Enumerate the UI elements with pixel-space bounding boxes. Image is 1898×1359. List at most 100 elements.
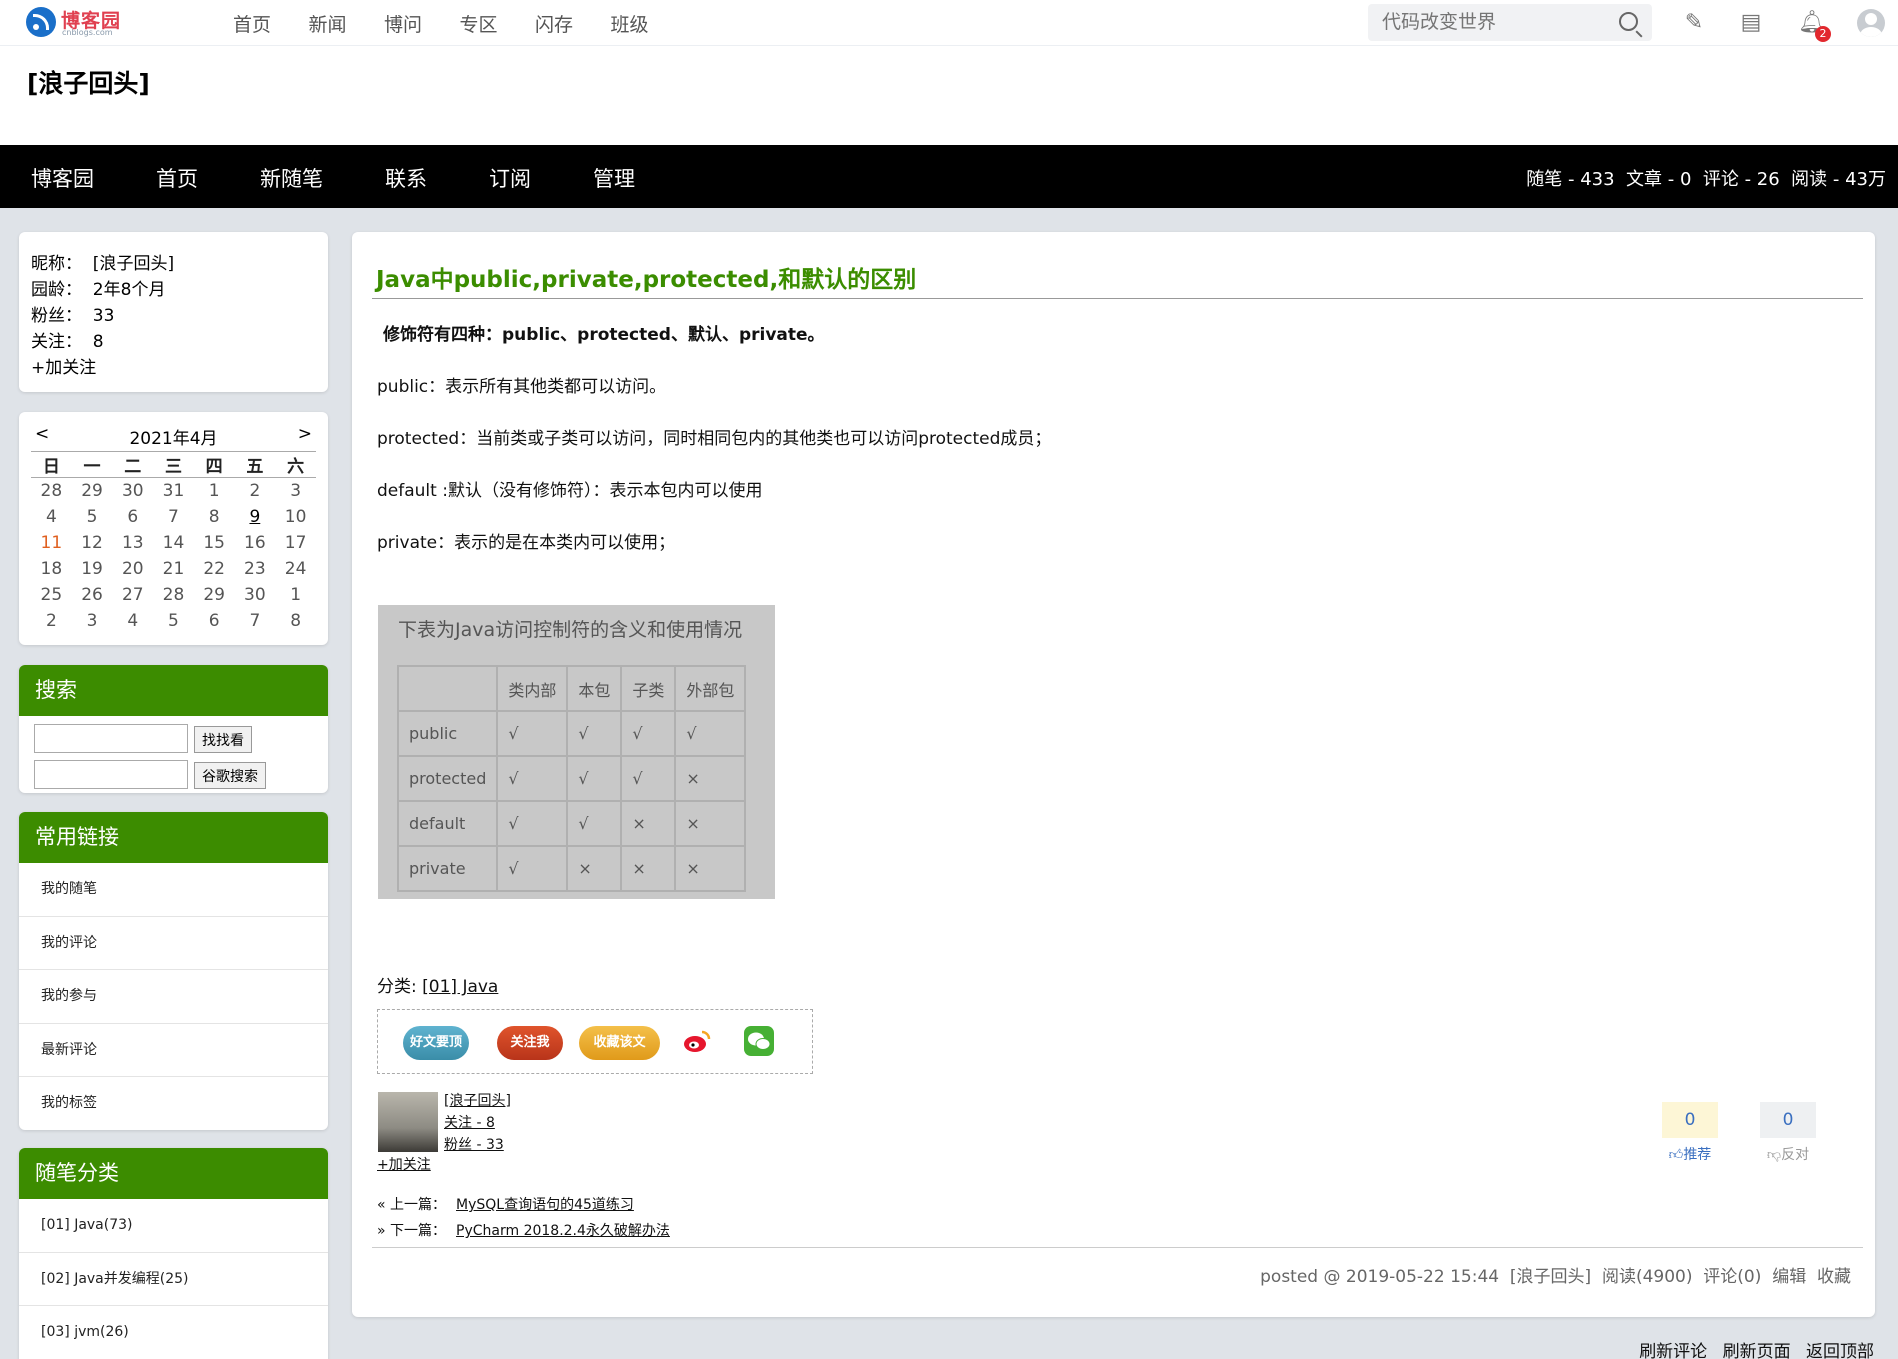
refresh-comments-link[interactable]: 刷新评论 bbox=[1639, 1342, 1707, 1359]
recommend-count: 0 bbox=[1662, 1102, 1718, 1138]
calendar-prev[interactable]: < bbox=[35, 424, 49, 449]
search-button[interactable]: 找找看 bbox=[194, 726, 252, 753]
link-my-posts[interactable]: 我的随笔 bbox=[19, 863, 328, 917]
top-nav-home[interactable]: 首页 bbox=[233, 10, 309, 37]
category-item[interactable]: [01] Java(73) bbox=[19, 1199, 328, 1253]
calendar-day: 3 bbox=[290, 480, 302, 501]
post-paragraph: protected：当前类或子类可以访问，同时相同包内的其他类也可以访问prot… bbox=[377, 429, 1052, 449]
nav-admin[interactable]: 管理 bbox=[593, 163, 635, 193]
google-search-input[interactable] bbox=[34, 760, 188, 789]
nav-contact[interactable]: 联系 bbox=[385, 163, 427, 193]
table-cell: √ bbox=[496, 845, 569, 892]
nav-cnblogs[interactable]: 博客园 bbox=[31, 163, 94, 193]
weekday: 二 bbox=[112, 452, 154, 478]
site-search bbox=[1368, 4, 1652, 41]
calendar-day: 1 bbox=[208, 480, 220, 501]
blog-title[interactable]: [浪子回头] bbox=[27, 64, 150, 100]
user-avatar-icon[interactable] bbox=[1857, 9, 1885, 37]
calendar-next[interactable]: > bbox=[298, 424, 312, 449]
top-nav-news[interactable]: 新闻 bbox=[309, 10, 385, 37]
author-fans[interactable]: 粉丝 - 33 bbox=[444, 1134, 511, 1156]
nav-new-post[interactable]: 新随笔 bbox=[260, 163, 323, 193]
recommend-vote[interactable]: 0 👍︎推荐 bbox=[1662, 1102, 1718, 1164]
top-nav-class[interactable]: 班级 bbox=[611, 10, 687, 37]
calendar-title: 2021年4月 bbox=[129, 429, 218, 449]
weibo-icon[interactable] bbox=[682, 1026, 712, 1056]
bookmark-button[interactable]: 收藏该文 bbox=[579, 1026, 660, 1060]
author-name[interactable]: [浪子回头] bbox=[444, 1090, 511, 1112]
calendar-day: 13 bbox=[121, 532, 144, 553]
post-title[interactable]: Java中public,private,protected,和默认的区别 bbox=[376, 260, 916, 294]
oppose-label: 👎︎反对 bbox=[1760, 1144, 1816, 1164]
post-paragraph: private：表示的是在本类内可以使用； bbox=[377, 533, 676, 553]
profile-card: 昵称： [浪子回头] 园龄： 2年8个月 粉丝： 33 关注： 8 +加关注 bbox=[19, 232, 328, 392]
thumb-up-icon: 👍︎ bbox=[1668, 1147, 1684, 1163]
digg-button[interactable]: 好文要顶 bbox=[403, 1026, 469, 1060]
author-add-follow[interactable]: +加关注 bbox=[377, 1154, 431, 1174]
profile-nickname: 昵称： [浪子回头] bbox=[31, 254, 175, 274]
site-search-input[interactable] bbox=[1382, 10, 1602, 34]
calendar-day: 24 bbox=[284, 558, 307, 579]
share-box: 好文要顶 关注我 收藏该文 bbox=[377, 1009, 813, 1074]
table-cell: √ bbox=[620, 755, 677, 802]
weekday: 一 bbox=[71, 452, 113, 478]
profile-age: 园龄： 2年8个月 bbox=[31, 280, 166, 300]
table-cell: private bbox=[396, 845, 499, 892]
blog-stats: 随笔 - 433 文章 - 0 评论 - 26 阅读 - 43万 bbox=[1526, 169, 1886, 190]
prev-post-link[interactable]: MySQL查询语句的45道练习 bbox=[456, 1197, 634, 1213]
table-header: 本包 bbox=[566, 665, 623, 712]
back-to-top-link[interactable]: 返回顶部 bbox=[1806, 1342, 1874, 1359]
nav-home[interactable]: 首页 bbox=[156, 163, 198, 193]
calendar-day: 31 bbox=[162, 480, 185, 501]
calendar-header: < 2021年4月 > bbox=[31, 424, 316, 452]
weekday: 三 bbox=[153, 452, 194, 478]
calendar-day: 8 bbox=[290, 610, 302, 631]
profile-add-follow[interactable]: +加关注 bbox=[31, 355, 316, 381]
calendar-day: 4 bbox=[45, 506, 57, 527]
link-latest-comments[interactable]: 最新评论 bbox=[19, 1024, 328, 1077]
calendar-day: 14 bbox=[162, 532, 185, 553]
table-cell: √ bbox=[566, 755, 623, 802]
blog-search-input[interactable] bbox=[34, 724, 188, 753]
link-my-comments[interactable]: 我的评论 bbox=[19, 917, 328, 970]
common-links-heading: 常用链接 bbox=[19, 812, 328, 863]
document-icon[interactable]: ▤ bbox=[1738, 10, 1764, 36]
calendar-day: 2 bbox=[249, 480, 261, 501]
follow-me-button[interactable]: 关注我 bbox=[497, 1026, 563, 1060]
calendar-day-link[interactable]: 9 bbox=[235, 504, 276, 530]
author-info: [浪子回头] 关注 - 8 粉丝 - 33 bbox=[444, 1090, 511, 1156]
calendar-day: 28 bbox=[40, 480, 63, 501]
pencil-icon[interactable]: ✎ bbox=[1681, 10, 1707, 36]
calendar-day: 1 bbox=[290, 584, 302, 605]
category-item[interactable]: [02] Java并发编程(25) bbox=[19, 1253, 328, 1306]
calendar-day: 4 bbox=[127, 610, 139, 631]
cnblogs-logo[interactable]: 博客园 cnblogs.com bbox=[26, 6, 146, 38]
category-item[interactable]: [03] jvm(26) bbox=[19, 1306, 328, 1359]
weekday: 六 bbox=[275, 452, 316, 478]
table-caption: 下表为Java访问控制符的含义和使用情况 bbox=[398, 619, 743, 641]
top-nav-flash[interactable]: 闪存 bbox=[535, 10, 611, 37]
top-nav-zone[interactable]: 专区 bbox=[460, 10, 536, 37]
top-nav-qa[interactable]: 博问 bbox=[384, 10, 460, 37]
wechat-icon[interactable] bbox=[744, 1026, 774, 1056]
table-cell: × bbox=[620, 845, 677, 892]
post-meta: posted @ 2019-05-22 15:44 [浪子回头] 阅读(4900… bbox=[1260, 1267, 1851, 1287]
nav-subscribe[interactable]: 订阅 bbox=[489, 163, 531, 193]
blog-navbar: 博客园 首页 新随笔 联系 订阅 管理 随笔 - 433 文章 - 0 评论 -… bbox=[0, 145, 1898, 208]
author-follow[interactable]: 关注 - 8 bbox=[444, 1112, 511, 1134]
table-cell: protected bbox=[396, 755, 499, 802]
search-icon[interactable] bbox=[1619, 12, 1638, 31]
category-link[interactable]: [01] Java bbox=[422, 977, 498, 997]
google-search-button[interactable]: 谷歌搜索 bbox=[194, 762, 266, 789]
refresh-page-link[interactable]: 刷新页面 bbox=[1723, 1342, 1791, 1359]
calendar-day: 18 bbox=[40, 558, 63, 579]
link-my-tags[interactable]: 我的标签 bbox=[19, 1077, 328, 1130]
calendar-day: 17 bbox=[284, 532, 307, 553]
thumb-down-icon: 👎︎ bbox=[1766, 1147, 1782, 1163]
oppose-vote[interactable]: 0 👎︎反对 bbox=[1760, 1102, 1816, 1164]
author-avatar[interactable] bbox=[378, 1092, 438, 1152]
next-post-link[interactable]: PyCharm 2018.2.4永久破解办法 bbox=[456, 1223, 670, 1239]
calendar-day: 27 bbox=[121, 584, 144, 605]
link-my-participation[interactable]: 我的参与 bbox=[19, 970, 328, 1024]
top-nav-links: 首页 新闻 博问 专区 闪存 班级 bbox=[233, 10, 686, 37]
